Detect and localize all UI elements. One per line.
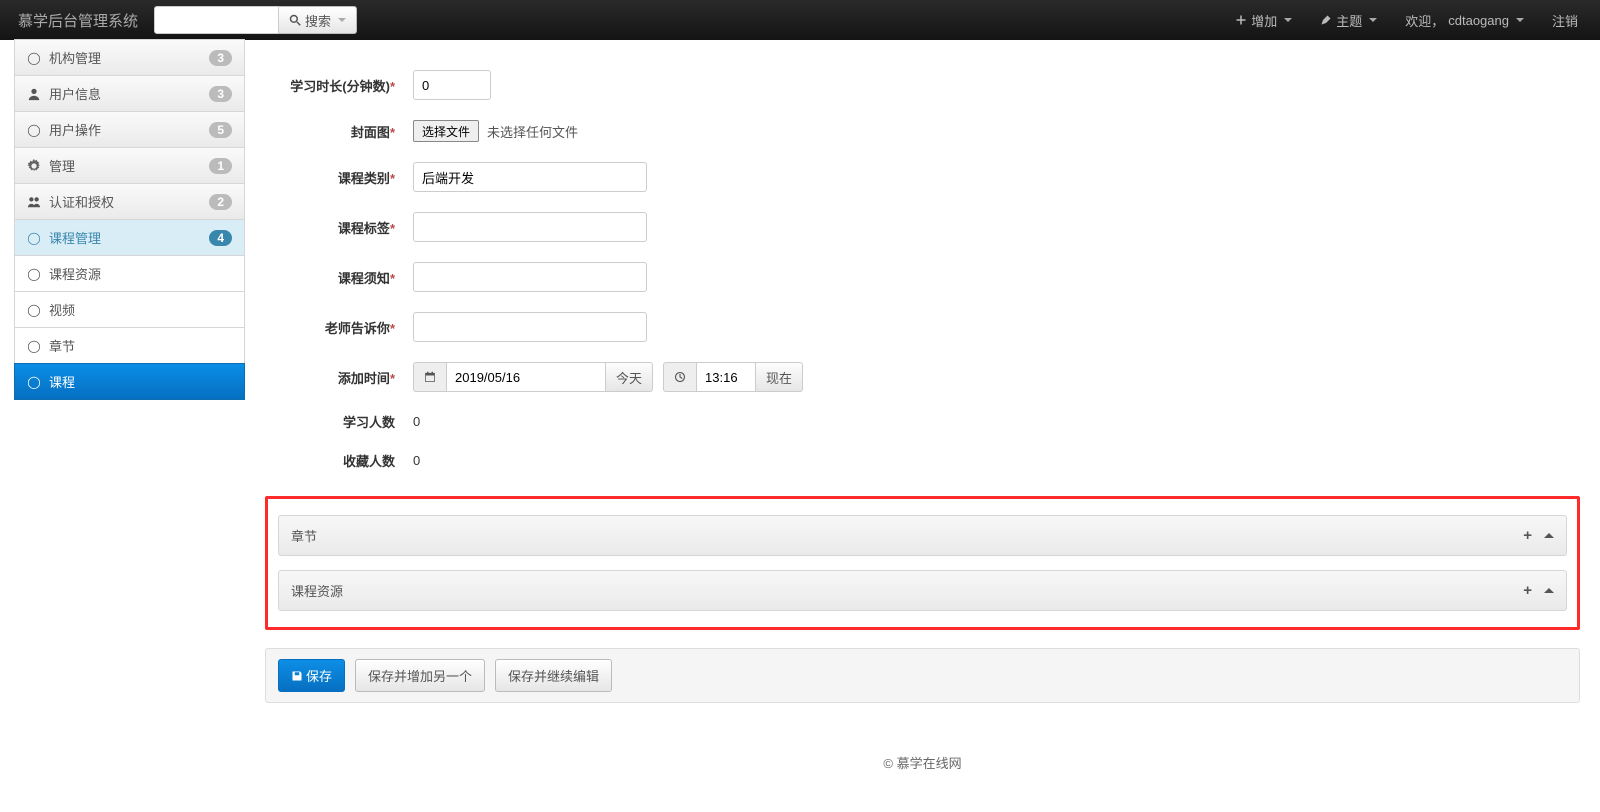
circle-icon: ◯ [27, 267, 41, 281]
date-input[interactable] [446, 362, 606, 392]
learners-label: 学习人数 [265, 412, 395, 431]
duration-input[interactable] [413, 70, 491, 100]
main-content: 学习时长(分钟数)* 封面图* 选择文件 未选择任何文件 课程类别* 课程标签*… [245, 40, 1600, 812]
pencil-icon [1320, 14, 1332, 26]
badge: 1 [209, 158, 232, 174]
chevron-up-icon[interactable] [1544, 533, 1554, 538]
clock-icon [663, 362, 696, 392]
circle-icon: ◯ [27, 303, 41, 317]
inline-area: 章节 课程资源 [265, 496, 1580, 630]
search-input[interactable] [154, 6, 279, 34]
logout-link[interactable]: 注销 [1542, 0, 1588, 40]
inline-resource-panel[interactable]: 课程资源 [278, 570, 1567, 611]
sidebar-item-video[interactable]: ◯ 视频 [14, 291, 245, 328]
action-bar: 保存 保存并增加另一个 保存并继续编辑 [265, 648, 1580, 703]
sidebar-item-course-admin[interactable]: ◯ 课程管理 4 [14, 219, 245, 256]
navbar: 慕学后台管理系统 搜索 增加 主题 欢迎， cdtaogang 注销 [0, 0, 1600, 40]
favs-label: 收藏人数 [265, 451, 395, 470]
sidebar: ◯ 机构管理 3 用户信息 3 ◯ 用户操作 5 管理 [0, 40, 245, 400]
circle-icon: ◯ [27, 375, 41, 389]
badge: 3 [209, 86, 232, 102]
badge: 3 [209, 50, 232, 66]
category-input[interactable] [413, 162, 647, 192]
inline-lesson-panel[interactable]: 章节 [278, 515, 1567, 556]
circle-icon: ◯ [27, 231, 41, 245]
sidebar-item-admin[interactable]: 管理 1 [14, 147, 245, 184]
tag-input[interactable] [413, 212, 647, 242]
caret-down-icon [338, 18, 346, 22]
badge: 4 [209, 230, 232, 246]
nav-right: 增加 主题 欢迎， cdtaogang 注销 [1225, 0, 1588, 40]
plus-icon[interactable] [1523, 582, 1532, 599]
cover-label: 封面图* [265, 122, 395, 141]
sidebar-item-org[interactable]: ◯ 机构管理 3 [14, 39, 245, 76]
app-title: 慕学后台管理系统 [12, 10, 150, 31]
caret-down-icon [1369, 18, 1377, 22]
notice-input[interactable] [413, 262, 647, 292]
calendar-icon [413, 362, 446, 392]
add-menu[interactable]: 增加 [1225, 0, 1302, 40]
sidebar-item-userinfo[interactable]: 用户信息 3 [14, 75, 245, 112]
circle-icon: ◯ [27, 123, 41, 137]
user-menu[interactable]: 欢迎， cdtaogang [1395, 0, 1534, 40]
save-continue-button[interactable]: 保存并继续编辑 [495, 659, 612, 692]
badge: 5 [209, 122, 232, 138]
sidebar-item-lesson[interactable]: ◯ 章节 [14, 327, 245, 364]
caret-down-icon [1516, 18, 1524, 22]
now-button[interactable]: 现在 [756, 362, 803, 392]
footer: © 慕学在线网 [265, 753, 1580, 772]
time-input[interactable] [696, 362, 756, 392]
search-button[interactable]: 搜索 [279, 6, 357, 34]
notice-label: 课程须知* [265, 268, 395, 287]
plus-icon [1235, 14, 1247, 26]
save-button[interactable]: 保存 [278, 659, 345, 692]
theme-menu[interactable]: 主题 [1310, 0, 1387, 40]
save-icon [291, 670, 303, 682]
teacher-say-label: 老师告诉你* [265, 318, 395, 337]
favs-value: 0 [413, 453, 420, 468]
category-label: 课程类别* [265, 168, 395, 187]
file-status: 未选择任何文件 [487, 122, 578, 141]
search-icon [289, 14, 301, 26]
save-add-button[interactable]: 保存并增加另一个 [355, 659, 485, 692]
sidebar-item-userop[interactable]: ◯ 用户操作 5 [14, 111, 245, 148]
circle-icon: ◯ [27, 339, 41, 353]
badge: 2 [209, 194, 232, 210]
today-button[interactable]: 今天 [606, 362, 653, 392]
teacher-say-input[interactable] [413, 312, 647, 342]
circle-icon: ◯ [27, 51, 41, 65]
gear-icon [27, 159, 41, 173]
plus-icon[interactable] [1523, 527, 1532, 544]
search-group: 搜索 [154, 6, 357, 34]
tag-label: 课程标签* [265, 218, 395, 237]
sidebar-item-course[interactable]: ◯ 课程 [14, 363, 245, 400]
chevron-up-icon[interactable] [1544, 588, 1554, 593]
group-icon [27, 195, 41, 209]
duration-label: 学习时长(分钟数)* [265, 76, 395, 95]
learners-value: 0 [413, 414, 420, 429]
add-time-label: 添加时间* [265, 368, 395, 387]
sidebar-item-auth[interactable]: 认证和授权 2 [14, 183, 245, 220]
caret-down-icon [1284, 18, 1292, 22]
sidebar-item-course-resource[interactable]: ◯ 课程资源 [14, 255, 245, 292]
choose-file-button[interactable]: 选择文件 [413, 120, 479, 142]
user-icon [27, 87, 41, 101]
